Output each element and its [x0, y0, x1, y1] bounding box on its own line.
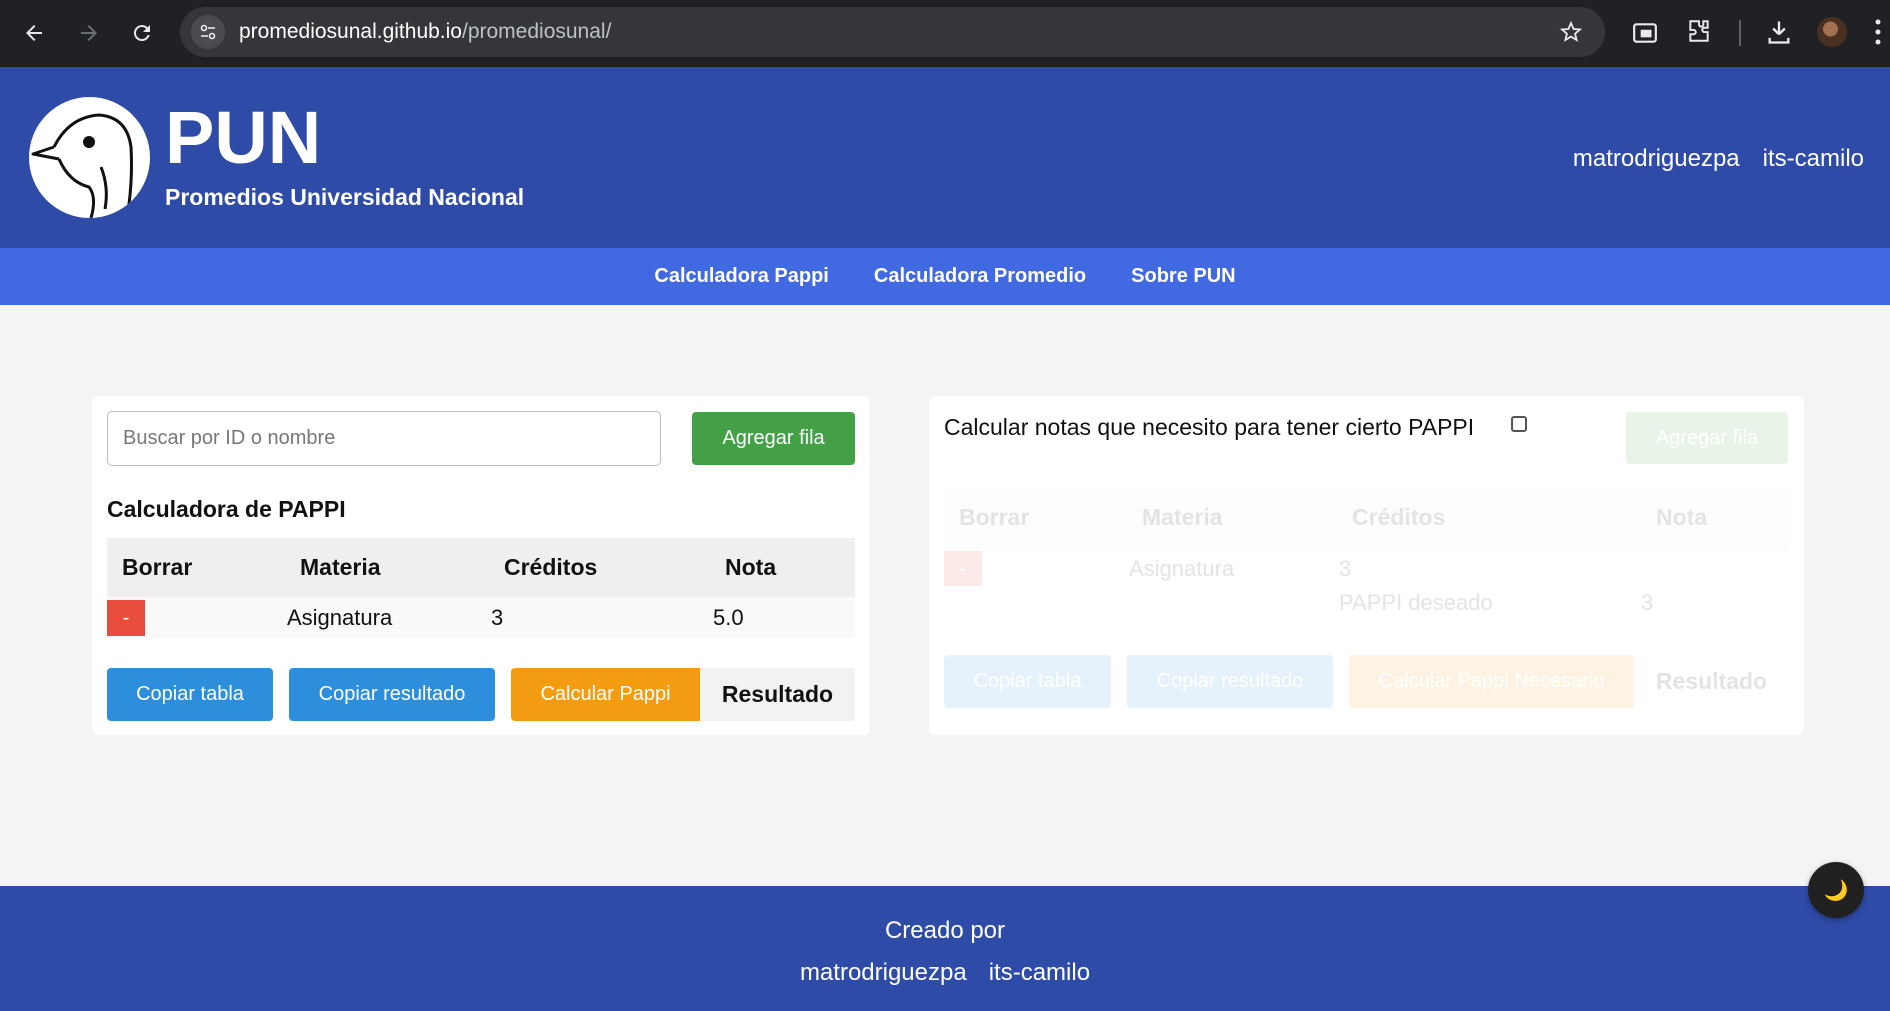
copy-table-button-secondary[interactable]: Copiar tabla	[944, 655, 1111, 708]
calculate-needed-pappi-button[interactable]: Calcular Pappi Necesario	[1349, 655, 1634, 708]
nav-calculadora-pappi[interactable]: Calculadora Pappi	[654, 265, 829, 288]
needed-grades-toggle-label: Calcular notas que necesito para tener c…	[944, 414, 1475, 440]
header-link-matrodriguezpa[interactable]: matrodriguezpa	[1573, 145, 1740, 173]
main-nav: Calculadora Pappi Calculadora Promedio S…	[0, 248, 1890, 305]
tab-search-icon[interactable]	[1632, 20, 1658, 46]
calculate-pappi-button[interactable]: Calcular Pappi	[511, 668, 700, 721]
col-borrar: Borrar	[959, 504, 1030, 530]
header-link-its-camilo[interactable]: its-camilo	[1763, 145, 1864, 173]
desired-pappi-value[interactable]: 3	[1641, 590, 1653, 616]
site-subtitle: Promedios Universidad Nacional	[165, 184, 525, 210]
footer-link-its-camilo[interactable]: its-camilo	[989, 959, 1090, 987]
col-nota: Nota	[725, 554, 777, 580]
col-creditos: Créditos	[504, 554, 598, 580]
delete-row-button[interactable]: -	[944, 551, 982, 587]
site-footer: Creado por matrodriguezpa its-camilo	[0, 886, 1890, 1011]
copy-result-button-secondary[interactable]: Copiar resultado	[1127, 655, 1333, 708]
needed-grades-table: Borrar Materia Créditos Nota - Asignatur…	[944, 488, 1789, 622]
col-borrar: Borrar	[122, 554, 193, 580]
cell-nota[interactable]: 5.0	[713, 605, 744, 631]
footer-link-matrodriguezpa[interactable]: matrodriguezpa	[800, 959, 967, 987]
table-header: Borrar Materia Créditos Nota	[107, 538, 855, 597]
copy-result-button[interactable]: Copiar resultado	[289, 668, 495, 721]
result-display-secondary: Resultado	[1634, 655, 1789, 708]
bookmark-star-icon[interactable]	[1559, 20, 1583, 44]
desired-pappi-label: PAPPI deseado	[1339, 590, 1493, 615]
add-row-button[interactable]: Agregar fila	[692, 412, 855, 465]
pappi-calculator-card: Agregar fila Calculadora de PAPPI Borrar…	[92, 396, 870, 735]
header-links: matrodriguezpa its-camilo	[1573, 145, 1864, 173]
needed-grades-card: Calcular notas que necesito para tener c…	[929, 396, 1804, 735]
footer-links: matrodriguezpa its-camilo	[0, 959, 1890, 987]
col-creditos: Créditos	[1352, 504, 1446, 530]
reload-icon	[133, 25, 150, 42]
search-input[interactable]	[107, 411, 661, 466]
back-button[interactable]	[12, 11, 56, 55]
menu-kebab-icon[interactable]	[1872, 18, 1884, 46]
section-title: Calculadora de PAPPI	[107, 496, 346, 522]
browser-toolbar: promediosunal.github.io/promediosunal/	[0, 0, 1890, 67]
table-row: - Asignatura 3 5.0	[107, 597, 855, 638]
arrow-left-icon	[26, 25, 42, 41]
bird-logo-icon[interactable]	[29, 97, 150, 218]
site-info-icon[interactable]	[191, 15, 225, 49]
result-display: Resultado	[700, 668, 855, 721]
cell-creditos[interactable]: 3	[1339, 556, 1351, 582]
cell-creditos[interactable]: 3	[491, 605, 503, 631]
extensions-puzzle-icon[interactable]	[1686, 18, 1712, 44]
nav-calculadora-promedio[interactable]: Calculadora Promedio	[874, 265, 1086, 288]
pappi-table: Borrar Materia Créditos Nota - Asignatur…	[107, 538, 855, 638]
url-path: /promediosunal/	[461, 20, 612, 43]
cell-materia[interactable]: Asignatura	[287, 605, 392, 631]
add-row-button-secondary[interactable]: Agregar fila	[1626, 412, 1788, 464]
nav-sobre-pun[interactable]: Sobre PUN	[1131, 265, 1235, 288]
copy-table-button[interactable]: Copiar tabla	[107, 668, 273, 721]
footer-created-by: Creado por	[884, 917, 1006, 944]
url-text[interactable]: promediosunal.github.io/promediosunal/	[239, 20, 611, 44]
site-header: PUN Promedios Universidad Nacional matro…	[0, 67, 1890, 248]
toolbar-separator	[1739, 20, 1741, 46]
moon-icon: 🌙	[1823, 879, 1849, 902]
delete-row-button[interactable]: -	[107, 600, 145, 636]
url-host: promediosunal.github.io	[239, 20, 462, 43]
forward-button[interactable]	[67, 11, 111, 55]
col-materia: Materia	[300, 554, 381, 580]
download-icon[interactable]	[1765, 18, 1793, 46]
reload-button[interactable]	[120, 11, 164, 55]
table-header: Borrar Materia Créditos Nota	[944, 488, 1789, 548]
profile-avatar[interactable]	[1817, 17, 1847, 47]
address-bar[interactable]: promediosunal.github.io/promediosunal/	[180, 7, 1605, 57]
cell-materia[interactable]: Asignatura	[1129, 556, 1234, 582]
theme-toggle-button[interactable]: 🌙	[1808, 862, 1864, 918]
table-row: - Asignatura 3	[944, 548, 1789, 587]
site-title: PUN	[165, 96, 322, 179]
col-materia: Materia	[1142, 504, 1223, 530]
arrow-right-icon	[81, 25, 97, 41]
needed-grades-checkbox[interactable]	[1511, 416, 1527, 432]
col-nota: Nota	[1656, 504, 1708, 530]
desired-pappi-row: PAPPI deseado 3	[944, 586, 1789, 622]
